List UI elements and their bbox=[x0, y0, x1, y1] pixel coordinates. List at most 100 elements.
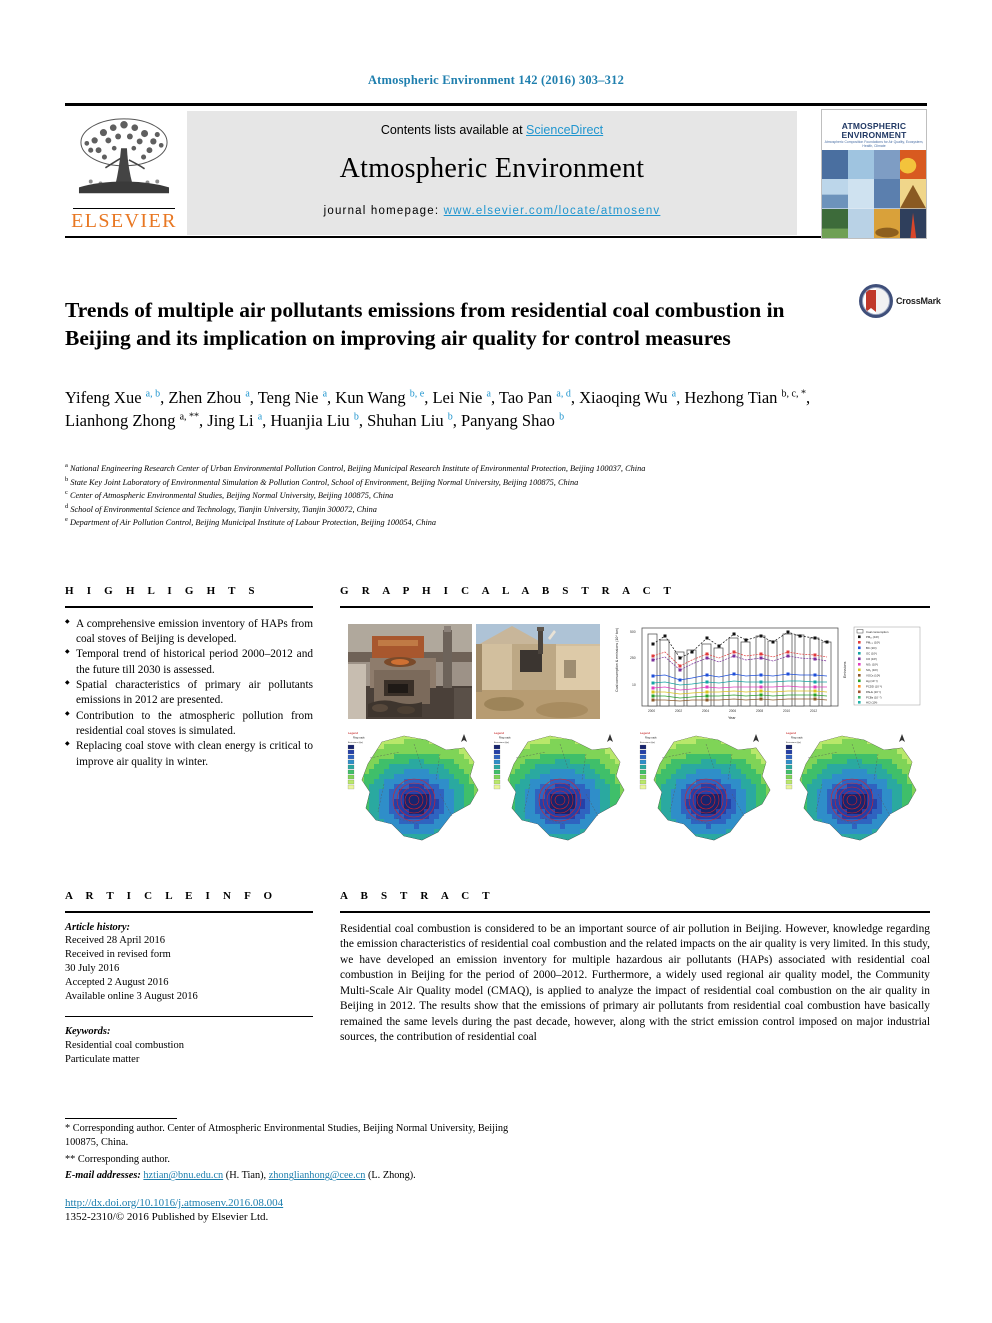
highlights-list: A comprehensive emission inventory of HA… bbox=[65, 617, 313, 771]
journal-cover-thumbnail[interactable]: ATMOSPHERIC ENVIRONMENT Atmospheric Comp… bbox=[821, 109, 927, 239]
svg-text:Coal consumption: Coal consumption bbox=[866, 629, 889, 633]
beijing-emission-map-4: Legend Ring roads Emissions (t/yr) bbox=[782, 723, 928, 854]
svg-text:2010: 2010 bbox=[783, 709, 790, 713]
svg-text:Emissions (t/yr): Emissions (t/yr) bbox=[494, 741, 509, 744]
article-info-heading: A R T I C L E I N F O bbox=[65, 890, 278, 902]
article-history-line: Received 28 April 2016 bbox=[65, 935, 166, 947]
affiliation-text: National Engineering Research Center of … bbox=[67, 463, 646, 473]
keywords-lines: Residential coal combustion Particulate m… bbox=[65, 1039, 313, 1067]
highlights-rule bbox=[65, 606, 313, 608]
highlight-item: A comprehensive emission inventory of HA… bbox=[65, 617, 313, 648]
author-name: Yifeng Xue bbox=[65, 388, 146, 407]
author-name: Jing Li bbox=[207, 411, 258, 431]
author-affiliation-marker: a bbox=[671, 388, 677, 400]
svg-text:Ring roads: Ring roads bbox=[353, 736, 365, 739]
svg-text:2004: 2004 bbox=[702, 709, 709, 713]
email-owner-1: (H. Tian), bbox=[225, 1170, 267, 1182]
cover-tile-10 bbox=[848, 208, 874, 238]
svg-text:Legend: Legend bbox=[494, 731, 504, 735]
beijing-map-svg: LegendRing roads Emissions (t/yr) bbox=[782, 723, 928, 854]
author-affiliation-marker: a, d bbox=[556, 388, 571, 400]
author-name: Zhen Zhou bbox=[168, 388, 246, 407]
crossmark-badge[interactable]: CrossMark bbox=[858, 283, 941, 327]
keywords-label: Keywords: bbox=[65, 1026, 111, 1038]
graphical-abstract-figure[interactable]: Coal consumption & emissions (10⁴ ton) E… bbox=[340, 620, 930, 860]
cover-tile-1 bbox=[822, 150, 848, 180]
elsevier-logo-rule bbox=[73, 207, 175, 209]
issn-copyright: 1352-2310/© 2016 Published by Elsevier L… bbox=[65, 1211, 269, 1223]
author-name: Xiaoqing Wu bbox=[579, 388, 672, 407]
cover-tile-11 bbox=[874, 208, 900, 238]
author-affiliation-marker: b bbox=[559, 411, 565, 423]
svg-text:500: 500 bbox=[630, 630, 636, 634]
cover-header: ATMOSPHERIC ENVIRONMENT Atmospheric Comp… bbox=[822, 110, 926, 150]
svg-text:Ring roads: Ring roads bbox=[499, 736, 511, 739]
beijing-map-svg: LegendRing roads Emissions (t/yr) bbox=[490, 723, 636, 854]
author-affiliation-marker: b bbox=[353, 411, 359, 423]
contents-available-line: Contents lists available at ScienceDirec… bbox=[187, 123, 797, 137]
masthead-bottom-rule bbox=[65, 236, 927, 238]
highlights-heading: H I G H L I G H T S bbox=[65, 585, 260, 597]
keywords-rule bbox=[65, 1015, 313, 1018]
author-list: Yifeng Xue a, b, Zhen Zhou a, Teng Nie a… bbox=[65, 388, 811, 431]
graphical-abstract-rule bbox=[340, 606, 930, 608]
cover-tile-8 bbox=[900, 179, 926, 209]
keyword-item: Particulate matter bbox=[65, 1053, 140, 1065]
article-history-line: 30 July 2016 bbox=[65, 963, 120, 975]
courtyard-photo bbox=[476, 623, 600, 719]
coal-stove-image bbox=[348, 623, 472, 719]
svg-text:2012: 2012 bbox=[810, 709, 817, 713]
journal-homepage-link[interactable]: www.elsevier.com/locate/atmosenv bbox=[444, 205, 661, 217]
highlight-item: Contribution to the atmospheric pollutio… bbox=[65, 709, 313, 740]
keywords-block: Keywords: Residential coal combustion Par… bbox=[65, 1025, 313, 1067]
coal-stove-photo bbox=[348, 623, 472, 719]
beijing-emission-map-2: Legend Ring roads Emissions (t/yr) bbox=[490, 723, 636, 854]
svg-text:Legend: Legend bbox=[640, 731, 650, 735]
svg-text:CO (10³): CO (10³) bbox=[866, 657, 877, 661]
elsevier-logo: ELSEVIER bbox=[69, 111, 179, 235]
journal-band: Contents lists available at ScienceDirec… bbox=[187, 111, 797, 235]
cover-tile-2 bbox=[848, 150, 874, 180]
email-link-1[interactable]: hztian@bnu.edu.cn bbox=[143, 1170, 223, 1181]
corresponding-author-1: * Corresponding author. Center of Atmosp… bbox=[65, 1123, 509, 1148]
beijing-emission-map-1: Legend Ring roads Emissions (t/yr) bbox=[344, 723, 490, 854]
article-history-line: Received in revised form bbox=[65, 949, 171, 961]
cover-title: ATMOSPHERIC ENVIRONMENT bbox=[822, 122, 926, 140]
abstract-rule bbox=[340, 911, 930, 913]
courtyard-image bbox=[476, 623, 600, 719]
author-affiliation-marker: a bbox=[486, 388, 491, 400]
author-name: Huanjia Liu bbox=[270, 411, 354, 431]
cover-tile-4 bbox=[900, 150, 926, 180]
article-title: Trends of multiple air pollutants emissi… bbox=[65, 298, 785, 350]
keyword-item: Residential coal combustion bbox=[65, 1040, 184, 1052]
affiliation-item: a National Engineering Research Center o… bbox=[65, 461, 865, 475]
svg-text:250: 250 bbox=[630, 656, 636, 660]
email-label: E-mail addresses: bbox=[65, 1170, 141, 1182]
footnotes: * Corresponding author. Center of Atmosp… bbox=[65, 1118, 515, 1183]
svg-text:Hg (10⁻²): Hg (10⁻²) bbox=[866, 679, 878, 683]
running-head: Atmospheric Environment 142 (2016) 303–3… bbox=[367, 73, 625, 87]
author-name: Lei Nie bbox=[432, 388, 487, 407]
svg-text:Emissions (t/yr): Emissions (t/yr) bbox=[786, 741, 801, 744]
cover-tile-5 bbox=[822, 179, 848, 209]
cover-subtitle: Atmospheric Composition Foundations for … bbox=[824, 140, 924, 148]
affiliation-text: State Key Joint Laboratory of Environmen… bbox=[68, 477, 579, 487]
emission-trend-chart: Coal consumption & emissions (10⁴ ton) E… bbox=[608, 621, 924, 722]
article-history-line: Available online 3 August 2016 bbox=[65, 990, 198, 1002]
author-affiliation-marker: a bbox=[257, 411, 263, 423]
footnote-rule bbox=[65, 1118, 177, 1120]
author-affiliation-marker: a bbox=[245, 388, 250, 400]
affiliation-list: a National Engineering Research Center o… bbox=[65, 461, 865, 529]
author-affiliation-marker: b, c, * bbox=[781, 388, 806, 400]
highlights-body: A comprehensive emission inventory of HA… bbox=[65, 617, 313, 771]
cover-image-grid: ATMOSPHERIC ENVIRONMENT Atmospheric Comp… bbox=[822, 110, 926, 238]
author-affiliation-marker: b, e bbox=[409, 388, 425, 400]
affiliation-item: b State Key Joint Laboratory of Environm… bbox=[65, 475, 865, 489]
email-link-2[interactable]: zhonglianhong@cee.cn bbox=[269, 1170, 366, 1181]
abstract-text: Residential coal combustion is considere… bbox=[340, 922, 930, 1044]
svg-text:OC (10¹): OC (10¹) bbox=[866, 651, 877, 655]
svg-text:PM₁₀ (10²): PM₁₀ (10²) bbox=[866, 635, 879, 639]
sciencedirect-link[interactable]: ScienceDirect bbox=[526, 123, 603, 137]
svg-text:PAHs (10⁻¹): PAHs (10⁻¹) bbox=[866, 690, 881, 694]
author-name: Hezhong Tian bbox=[684, 388, 782, 407]
